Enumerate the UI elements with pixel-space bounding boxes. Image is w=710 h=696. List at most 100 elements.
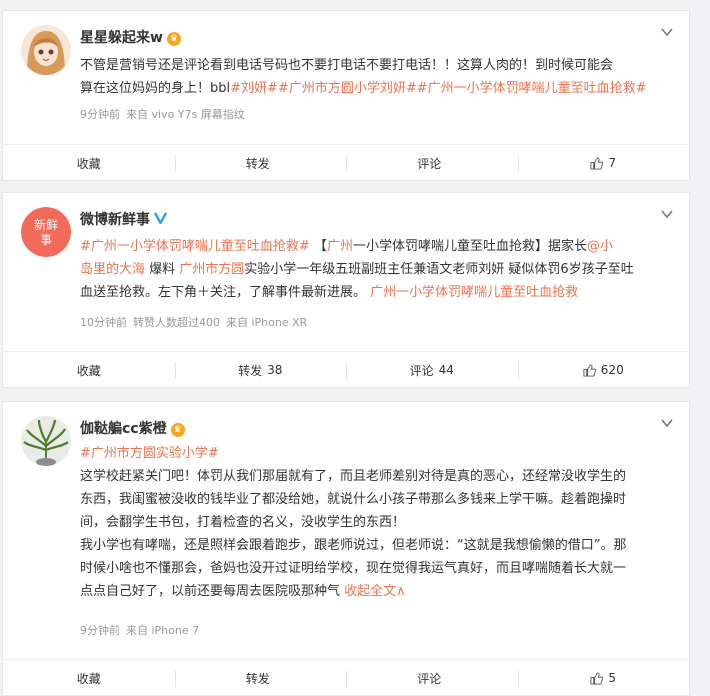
like-count: 7 bbox=[608, 156, 617, 170]
comment-button[interactable]: 评论 bbox=[346, 660, 518, 696]
topic-link[interactable]: 收起全文∧ bbox=[344, 584, 406, 599]
post-text-segment: 算在这位妈妈的身上！bbl bbox=[80, 81, 231, 96]
topic-link[interactable]: 实验小学# bbox=[156, 446, 219, 461]
like-button[interactable]: 5 bbox=[517, 660, 690, 696]
svg-text:事: 事 bbox=[40, 233, 52, 247]
like-count: 620 bbox=[600, 363, 624, 377]
post-meta: 9分钟前 来自 vivo Y7s 屏幕指纹 bbox=[80, 106, 251, 122]
post-text-line: #广州市方圆实验小学# bbox=[80, 442, 673, 465]
post-text-segment: 【 bbox=[309, 239, 327, 254]
post-text-segment: 这学校赶紧关门吧！体罚从我们那届就有了，而且老师差别对待是真的恶心，还经常没收学… bbox=[80, 469, 627, 484]
collect-button[interactable]: 收藏 bbox=[3, 660, 175, 696]
collect-label: 收藏 bbox=[76, 671, 101, 686]
like-button[interactable]: 7 bbox=[517, 145, 690, 181]
post-text-segment: 爆料 bbox=[145, 262, 180, 277]
topic-link[interactable]: @小 bbox=[587, 239, 613, 254]
post-text-line: 岛里的大海 爆料 广州市方圆实验小学一年级五班副班主任兼语文老师刘妍 疑似体罚6… bbox=[80, 258, 673, 281]
post-time[interactable]: 9分钟前 bbox=[80, 108, 120, 121]
repost-label: 转发 bbox=[238, 363, 263, 378]
post-text-line: #广州一小学体罚哮喘儿童至吐血抢救# 【广州一小学体罚哮喘儿童至吐血抢救】据家长… bbox=[80, 235, 673, 258]
chevron-down-icon[interactable] bbox=[659, 416, 675, 432]
collect-button[interactable]: 收藏 bbox=[3, 145, 175, 181]
post-text-segment: 东西，我闺蜜被没收的钱毕业了都没给她，就说什么小孩子带那么多钱来上学干嘛。趁着跑… bbox=[80, 492, 627, 507]
thumb-up-icon bbox=[590, 156, 604, 170]
post-text-segment: 一小学体罚哮喘儿童至吐血抢救】据家长 bbox=[352, 239, 587, 254]
username[interactable]: 微博新鲜事 bbox=[80, 209, 168, 229]
topic-link[interactable]: #广州市方圆 bbox=[80, 446, 156, 461]
username-text[interactable]: 微博新鲜事 bbox=[80, 212, 150, 228]
repost-button[interactable]: 转发 bbox=[174, 145, 347, 181]
vip-crown-icon: ♛ bbox=[166, 32, 181, 46]
post-text-segment: 实验小学一年级五班副班主任兼语文老师刘妍 疑似体罚6岁孩子至吐 bbox=[244, 262, 634, 277]
post-source: 来自 vivo Y7s 屏幕指纹 bbox=[126, 108, 245, 121]
chevron-down-icon[interactable] bbox=[659, 25, 675, 41]
post-time[interactable]: 9分钟前 bbox=[80, 624, 120, 637]
username-text[interactable]: 星星躲起来w bbox=[80, 30, 163, 46]
post-text-segment: 不管是营销号还是评论看到电话号码也不要打电话不要打电话！！这算人肉的！到时候可能… bbox=[80, 58, 614, 73]
avatar[interactable] bbox=[21, 416, 71, 466]
topic-link[interactable]: 广州 bbox=[327, 239, 353, 254]
action-bar: 收藏 转发 38 评论 44 620 bbox=[3, 351, 689, 388]
repost-count: 38 bbox=[267, 363, 283, 377]
post-text-line: 点点自己好了，以前还要每周去医院吸那种气 收起全文∧ bbox=[80, 580, 673, 603]
comment-label: 评论 bbox=[417, 156, 442, 171]
repost-button[interactable]: 转发 bbox=[174, 660, 347, 696]
post-card: 伽鞑艑cc紫橙 ♛ #广州市方圆实验小学# 这学校赶紧关门吧！体罚从我们那届就有了，… bbox=[2, 401, 690, 696]
post-text-line: 这学校赶紧关门吧！体罚从我们那届就有了，而且老师差别对待是真的恶心，还经常没收学… bbox=[80, 465, 673, 488]
repost-label: 转发 bbox=[245, 156, 270, 171]
avatar[interactable] bbox=[21, 25, 71, 75]
collect-label: 收藏 bbox=[76, 363, 101, 378]
thumb-up-icon bbox=[583, 363, 596, 377]
repost-button[interactable]: 转发 38 bbox=[174, 352, 347, 388]
topic-link[interactable]: #广州一小学体罚哮喘儿童至吐血抢救# bbox=[417, 81, 647, 96]
username[interactable]: 伽鞑艑cc紫橙 ♛ bbox=[80, 418, 185, 438]
post-meta: 9分钟前 来自 iPhone 7 bbox=[80, 622, 205, 638]
post-text-segment: 血送至抢救。左下角＋关注，了解事件最新进展。 bbox=[80, 285, 371, 300]
post-text-line: 间，会翻学生书包，打着检查的名义，没收学生的东西！ bbox=[80, 511, 673, 534]
post-text: 不管是营销号还是评论看到电话号码也不要打电话不要打电话！！这算人肉的！到时候可能… bbox=[80, 54, 673, 100]
post-text: #广州市方圆实验小学# 这学校赶紧关门吧！体罚从我们那届就有了，而且老师差别对待是… bbox=[80, 442, 673, 603]
collect-label: 收藏 bbox=[76, 156, 101, 171]
topic-link[interactable]: #广州一小学体罚哮喘儿童至吐血抢救# bbox=[80, 239, 310, 254]
comment-button[interactable]: 评论 bbox=[346, 145, 518, 181]
post-text-line: 东西，我闺蜜被没收的钱毕业了都没给她，就说什么小孩子带那么多钱来上学干嘛。趁着跑… bbox=[80, 488, 673, 511]
comment-label: 评论 bbox=[417, 671, 442, 686]
collect-button[interactable]: 收藏 bbox=[3, 352, 175, 388]
post-text-segment: 点点自己好了，以前还要每周去医院吸那种气 bbox=[80, 584, 345, 599]
post-text-line: 我小学也有哮喘，还是照样会跟着跑步，跟老师说过，但老师说：“这就是我想偷懒的借口… bbox=[80, 534, 673, 557]
post-text-segment: 时候小啥也不懂那会，爸妈也没开过证明给学校，现在觉得我运气真好，而且哮喘随着长大… bbox=[80, 561, 627, 576]
like-button[interactable]: 620 bbox=[517, 352, 690, 388]
post-text-segment: 我小学也有哮喘，还是照样会跟着跑步，跟老师说过，但老师说：“这就是我想偷懒的借口… bbox=[80, 538, 627, 553]
post-text-line: 算在这位妈妈的身上！bbl#刘妍##广州市方圆小学刘妍##广州一小学体罚哮喘儿童… bbox=[80, 77, 673, 100]
comment-label: 评论 bbox=[409, 363, 434, 378]
repost-label: 转发 bbox=[245, 671, 270, 686]
topic-link[interactable]: 广州市方圆 bbox=[179, 262, 244, 277]
post-text-segment: 间，会翻学生书包，打着检查的名义，没收学生的东西！ bbox=[80, 515, 406, 530]
thumb-up-icon bbox=[590, 671, 604, 685]
chevron-down-icon[interactable] bbox=[659, 207, 675, 223]
post-card: 新鲜 事 微博新鲜事 #广州一小学体罚哮喘儿童至吐血抢救# 【广州一小学体罚哮喘… bbox=[2, 192, 690, 388]
post-text: #广州一小学体罚哮喘儿童至吐血抢救# 【广州一小学体罚哮喘儿童至吐血抢救】据家长… bbox=[80, 235, 673, 304]
post-source: 来自 iPhone 7 bbox=[126, 624, 200, 637]
like-count: 5 bbox=[608, 671, 617, 685]
action-bar: 收藏 转发 评论 5 bbox=[3, 659, 689, 696]
action-bar: 收藏 转发 评论 7 bbox=[3, 144, 689, 181]
post-text-line: 不管是营销号还是评论看到电话号码也不要打电话不要打电话！！这算人肉的！到时候可能… bbox=[80, 54, 673, 77]
topic-link[interactable]: #广州市方圆小学刘妍# bbox=[278, 81, 417, 96]
post-source: 来自 iPhone XR bbox=[226, 316, 308, 329]
verified-icon bbox=[153, 211, 168, 228]
topic-link[interactable]: 岛里的大海 bbox=[80, 262, 145, 277]
username[interactable]: 星星躲起来w ♛ bbox=[80, 27, 181, 47]
post-card: 星星躲起来w ♛ 不管是营销号还是评论看到电话号码也不要打电话不要打电话！！这算人… bbox=[2, 10, 690, 181]
avatar[interactable]: 新鲜 事 bbox=[21, 207, 71, 257]
topic-link[interactable]: 广州一小学体罚哮喘儿童至吐血抢救 bbox=[370, 285, 578, 300]
post-stat: 转赞人数超过400 bbox=[133, 316, 220, 329]
comment-button[interactable]: 评论 44 bbox=[346, 352, 518, 388]
svg-text:新鲜: 新鲜 bbox=[34, 217, 58, 232]
post-text-line: 时候小啥也不懂那会，爸妈也没开过证明给学校，现在觉得我运气真好，而且哮喘随着长大… bbox=[80, 557, 673, 580]
post-time[interactable]: 10分钟前 bbox=[80, 316, 127, 329]
topic-link[interactable]: #刘妍# bbox=[230, 81, 278, 96]
vip-crown-icon: ♛ bbox=[170, 423, 185, 437]
post-meta: 10分钟前 转赞人数超过400 来自 iPhone XR bbox=[80, 314, 313, 330]
username-text[interactable]: 伽鞑艑cc紫橙 bbox=[80, 421, 167, 437]
